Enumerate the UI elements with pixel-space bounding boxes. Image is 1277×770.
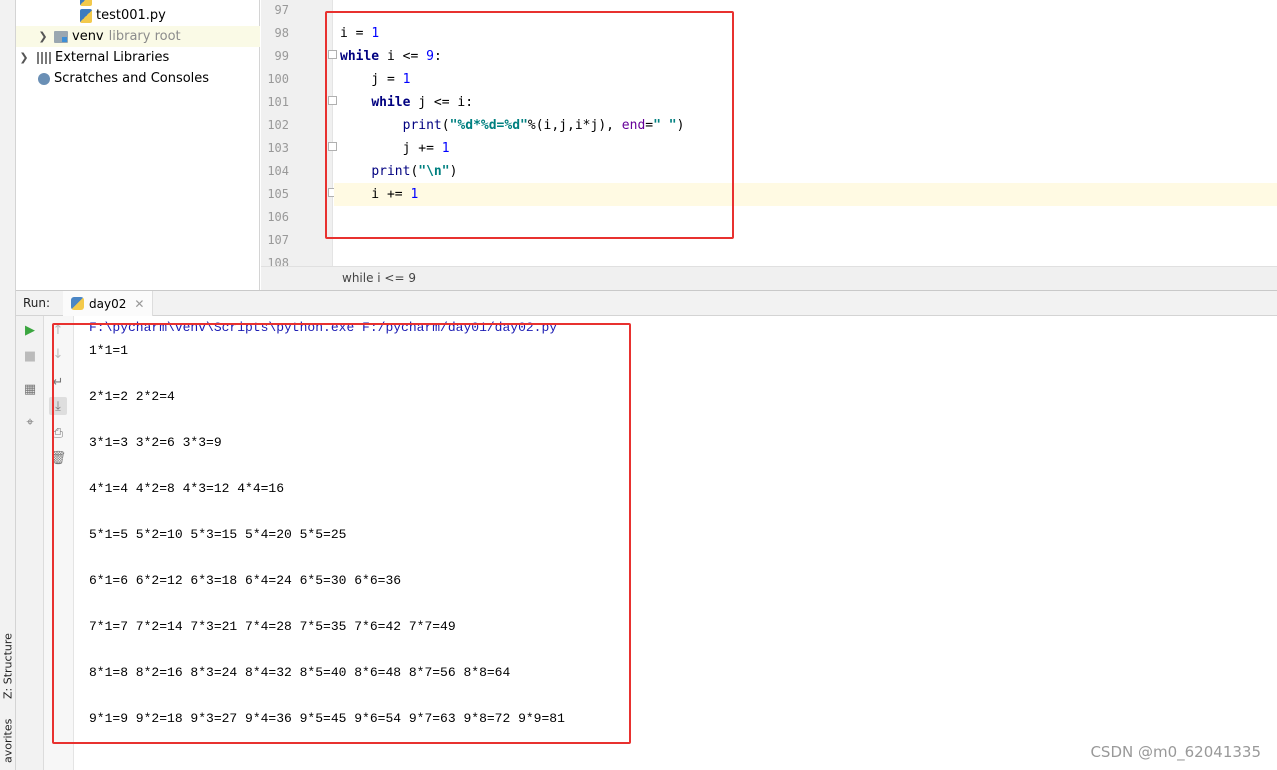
line-number: 104 <box>267 164 289 178</box>
line-number: 99 <box>274 49 289 63</box>
console-command: F:\pycharm\venv\Scripts\python.exe F:/py… <box>89 320 558 335</box>
code-line-105: i += 1 <box>334 183 1277 206</box>
fold-marker-icon[interactable] <box>328 96 337 105</box>
library-root-hint: library root <box>108 29 181 44</box>
line-number: 105 <box>267 187 289 201</box>
project-tree: test001.py ❯ venv library root ❯ Externa… <box>16 0 260 290</box>
fold-marker-icon[interactable] <box>328 142 337 151</box>
run-label: Run: <box>23 296 51 310</box>
favorites-tool-tab[interactable]: avorites <box>0 712 16 770</box>
breadcrumb[interactable]: while i <= 9 <box>261 266 1277 290</box>
code-line-101: while j <= i: <box>371 95 474 110</box>
console-line: 8*1=8 8*2=16 8*3=24 8*4=32 8*5=40 8*6=48… <box>89 665 511 680</box>
pin-icon[interactable]: ⌖ <box>21 413 39 431</box>
tree-item-label: venv <box>72 29 104 44</box>
chevron-right-icon[interactable]: ❯ <box>36 30 50 43</box>
line-number: 98 <box>274 26 289 40</box>
code-line-99: while i <= 9: <box>340 49 442 64</box>
close-icon[interactable]: ✕ <box>134 297 144 311</box>
left-tool-strip: Z: Structure avorites <box>0 0 16 770</box>
run-tab-day02[interactable]: day02 ✕ <box>63 291 154 316</box>
chevron-right-icon[interactable]: ❯ <box>17 51 31 64</box>
console-line: 7*1=7 7*2=14 7*3=21 7*4=28 7*5=35 7*6=42… <box>89 619 456 634</box>
watermark: CSDN @m0_62041335 <box>1090 743 1261 761</box>
console-line: 9*1=9 9*2=18 9*3=27 9*4=36 9*5=45 9*6=54… <box>89 711 565 726</box>
console-line: 3*1=3 3*2=6 3*3=9 <box>89 435 222 450</box>
editor-gutter: 97 98 99 100 101 102 103 104 105 106 107… <box>261 0 337 266</box>
code-line-104: print("\n") <box>371 164 458 179</box>
print-icon[interactable]: ⎙ <box>49 424 67 442</box>
console-toolbar: ↑ ↓ ↵ ⤓ ⎙ 🗑 <box>44 316 74 770</box>
code-line-100: j = 1 <box>340 72 411 87</box>
tree-item-label: Scratches and Consoles <box>54 71 210 86</box>
scroll-to-end-icon[interactable]: ⤓ <box>49 397 67 415</box>
line-number: 101 <box>267 95 289 109</box>
run-panel-header: Run: day02 ✕ <box>16 290 1277 316</box>
line-number: 108 <box>267 256 289 266</box>
code-line-98: i = 1 <box>340 26 380 41</box>
code-line-103: j += 1 <box>340 141 450 156</box>
line-number: 97 <box>274 3 289 17</box>
line-number: 102 <box>267 118 289 132</box>
folder-icon <box>54 30 68 43</box>
arrow-down-icon[interactable]: ↓ <box>49 345 67 363</box>
console-line: 5*1=5 5*2=10 5*3=15 5*4=20 5*5=25 <box>89 527 347 542</box>
rerun-icon[interactable]: ▶ <box>21 321 39 339</box>
line-number: 106 <box>267 210 289 224</box>
console-line: 2*1=2 2*2=4 <box>89 389 175 404</box>
layout-icon[interactable]: ▦ <box>21 380 39 398</box>
tree-item-scratches[interactable]: Scratches and Consoles <box>16 68 260 89</box>
tree-item-label: test001.py <box>96 8 166 23</box>
run-tab-label: day02 <box>89 296 127 311</box>
run-console[interactable]: F:\pycharm\venv\Scripts\python.exe F:/py… <box>74 316 1277 770</box>
line-number: 107 <box>267 233 289 247</box>
fold-marker-icon[interactable] <box>328 50 337 59</box>
console-line: 6*1=6 6*2=12 6*3=18 6*4=24 6*5=30 6*6=36 <box>89 573 402 588</box>
line-number: 100 <box>267 72 289 86</box>
run-toolbar: ▶ ■ ▦ ⌖ <box>16 316 44 770</box>
tree-item-test001[interactable]: test001.py <box>16 5 260 26</box>
code-editor[interactable]: 97 98 99 100 101 102 103 104 105 106 107… <box>261 0 1277 266</box>
python-file-icon <box>80 8 92 23</box>
tree-item-external-libraries[interactable]: ❯ External Libraries <box>16 47 260 68</box>
line-number: 103 <box>267 141 289 155</box>
scratches-icon <box>38 72 50 85</box>
code-line-102: print("%d*%d=%d"%(i,j,i*j), end=" ") <box>402 118 685 133</box>
console-line: 1*1=1 <box>89 343 129 358</box>
tree-item-label: External Libraries <box>55 50 170 65</box>
structure-tool-tab[interactable]: Z: Structure <box>0 626 16 706</box>
stop-icon[interactable]: ■ <box>21 347 39 365</box>
libraries-icon <box>37 51 51 64</box>
soft-wrap-icon[interactable]: ↵ <box>49 373 67 391</box>
console-line: 4*1=4 4*2=8 4*3=12 4*4=16 <box>89 481 285 496</box>
python-icon <box>71 297 84 310</box>
trash-icon[interactable]: 🗑 <box>49 449 67 467</box>
breadcrumb-item[interactable]: while i <= 9 <box>342 271 416 285</box>
arrow-up-icon[interactable]: ↑ <box>49 321 67 339</box>
tree-item-venv[interactable]: ❯ venv library root <box>16 26 260 47</box>
